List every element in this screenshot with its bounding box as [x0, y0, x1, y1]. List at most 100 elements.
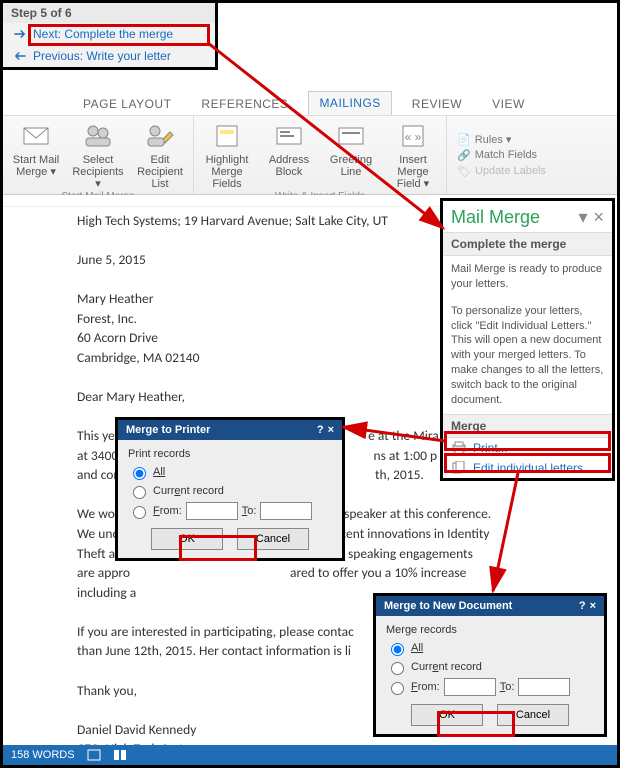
ok-button[interactable]: OK [151, 528, 223, 550]
task-pane-section-merge: Merge [443, 414, 612, 438]
highlight-merge-fields-button[interactable]: Highlight Merge Fields [200, 120, 254, 190]
print-records-label: Print records [128, 448, 332, 460]
update-labels-button: 🏷 Update Labels [457, 165, 546, 178]
to-input-2[interactable] [518, 678, 570, 696]
opt-from-2[interactable]: From: To: [386, 678, 594, 696]
mail-merge-task-pane: Mail Merge ▾ × Complete the merge Mail M… [440, 198, 615, 481]
ribbon-group-start: Start Mail Merge ▾ Select Recipients ▾ E… [3, 116, 194, 194]
printer-icon [451, 441, 467, 455]
select-recipients-label: Select Recipients ▾ [71, 154, 125, 190]
opt-all-label-2: All [411, 642, 423, 654]
radio-from-2[interactable] [391, 682, 404, 695]
tab-view[interactable]: VIEW [482, 93, 535, 115]
wizard-prev-link[interactable]: Previous: Write your letter [3, 45, 215, 67]
opt-current-label: Current record [153, 485, 224, 497]
ok-button-2[interactable]: OK [411, 704, 483, 726]
to-input[interactable] [260, 502, 312, 520]
insert-merge-field-label: Insert Merge Field ▾ [386, 154, 440, 190]
view-icon[interactable] [113, 749, 127, 761]
to-label: To: [242, 505, 257, 517]
radio-all-2[interactable] [391, 643, 404, 656]
cancel-button-2[interactable]: Cancel [497, 704, 569, 726]
insert-merge-field-button[interactable]: « » Insert Merge Field ▾ [386, 120, 440, 190]
task-pane-print-link[interactable]: Print... [443, 438, 612, 458]
wizard-prev-label: Previous: Write your letter [33, 49, 171, 63]
insert-field-icon: « » [397, 120, 429, 152]
wizard-next-label: Next: Complete the merge [33, 27, 173, 41]
greeting-line-button[interactable]: Greeting Line [324, 120, 378, 190]
edit-recipient-list-button[interactable]: Edit Recipient List [133, 120, 187, 190]
merge-to-new-doc-dialog: Merge to New Document ? × Merge records A… [373, 593, 607, 737]
update-labels-label: Update Labels [475, 165, 546, 177]
merge-to-new-doc-titlebar[interactable]: Merge to New Document ? × [376, 596, 604, 616]
merge-to-new-doc-title: Merge to New Document [384, 600, 512, 612]
radio-current-2[interactable] [391, 662, 404, 675]
close-icon[interactable]: × [590, 600, 596, 612]
svg-text:« »: « » [405, 130, 422, 144]
opt-from[interactable]: From: To: [128, 502, 332, 520]
opt-current-2[interactable]: Current record [386, 659, 594, 675]
highlight-merge-fields-label: Highlight Merge Fields [200, 154, 254, 190]
edit-letters-label: Edit individual letters... [473, 461, 593, 475]
address-block-icon [273, 120, 305, 152]
opt-current[interactable]: Current record [128, 483, 332, 499]
task-pane-body1: Mail Merge is ready to produce your lett… [443, 256, 612, 298]
from-label-2: From: [411, 681, 440, 693]
highlight-icon [211, 120, 243, 152]
tab-mailings[interactable]: MAILINGS [308, 91, 391, 115]
match-icon: 🔗 [457, 149, 471, 162]
match-fields-label: Match Fields [475, 149, 537, 161]
tab-page-layout[interactable]: PAGE LAYOUT [73, 93, 181, 115]
recipients-icon [82, 120, 114, 152]
rules-button[interactable]: 📄Rules ▾ [457, 133, 546, 146]
radio-all[interactable] [133, 467, 146, 480]
radio-from[interactable] [133, 506, 146, 519]
ribbon-group-write: Highlight Merge Fields Address Block Gre… [194, 116, 447, 194]
ribbon: Start Mail Merge ▾ Select Recipients ▾ E… [3, 115, 617, 195]
from-label: From: [153, 505, 182, 517]
task-pane-edit-letters-link[interactable]: Edit individual letters... [443, 458, 612, 478]
status-bar: 158 WORDS [3, 745, 617, 765]
start-mail-merge-button[interactable]: Start Mail Merge ▾ [9, 120, 63, 190]
help-icon[interactable]: ? [317, 424, 324, 436]
spellcheck-icon[interactable] [87, 749, 101, 761]
documents-icon [451, 461, 467, 475]
edit-recipient-list-label: Edit Recipient List [133, 154, 187, 190]
to-label-2: To: [500, 681, 515, 693]
tab-review[interactable]: REVIEW [402, 93, 472, 115]
tab-references[interactable]: REFERENCES [191, 93, 298, 115]
print-label: Print... [473, 441, 508, 455]
start-mail-merge-label: Start Mail Merge ▾ [13, 154, 59, 178]
close-icon[interactable]: × [593, 207, 604, 228]
ribbon-tabs: PAGE LAYOUT REFERENCES MAILINGS REVIEW V… [3, 90, 617, 115]
dropdown-icon[interactable]: ▾ [578, 207, 587, 228]
app-frame: Step 5 of 6 Next: Complete the merge Pre… [0, 0, 620, 768]
cancel-button[interactable]: Cancel [237, 528, 309, 550]
wizard-next-link[interactable]: Next: Complete the merge [3, 23, 215, 45]
doc-para2d: are approared to offer you a 10% increas… [77, 563, 611, 583]
address-block-button[interactable]: Address Block [262, 120, 316, 190]
edit-list-icon [144, 120, 176, 152]
update-icon: 🏷 [457, 165, 471, 178]
from-input[interactable] [186, 502, 238, 520]
address-block-label: Address Block [269, 154, 309, 178]
opt-all-2[interactable]: All [386, 640, 594, 656]
help-icon[interactable]: ? [579, 600, 586, 612]
merge-to-printer-dialog: Merge to Printer ? × Print records All Cu… [115, 417, 345, 561]
opt-all[interactable]: All [128, 464, 332, 480]
task-pane-title: Mail Merge [451, 207, 540, 228]
word-count[interactable]: 158 WORDS [11, 749, 75, 761]
from-input-2[interactable] [444, 678, 496, 696]
close-icon[interactable]: × [328, 424, 334, 436]
radio-current[interactable] [133, 486, 146, 499]
envelope-icon [20, 120, 52, 152]
merge-to-printer-title: Merge to Printer [126, 424, 210, 436]
match-fields-button[interactable]: 🔗 Match Fields [457, 149, 546, 162]
merge-records-label: Merge records [386, 624, 594, 636]
wizard-step-box: Step 5 of 6 Next: Complete the merge Pre… [3, 3, 218, 70]
merge-to-printer-titlebar[interactable]: Merge to Printer ? × [118, 420, 342, 440]
task-pane-body2: To personalize your letters, click "Edit… [443, 298, 612, 414]
select-recipients-button[interactable]: Select Recipients ▾ [71, 120, 125, 190]
wizard-step-header: Step 5 of 6 [3, 3, 215, 23]
opt-current-label-2: Current record [411, 661, 482, 673]
